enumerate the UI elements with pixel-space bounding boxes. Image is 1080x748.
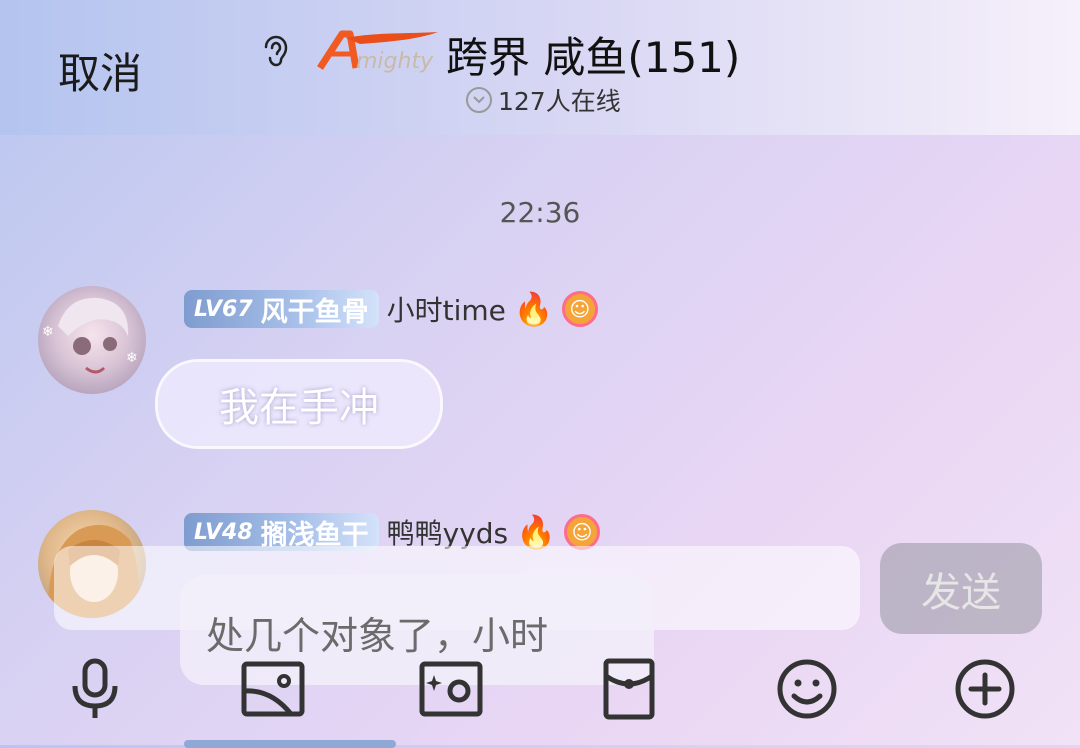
- red-packet-icon[interactable]: [596, 656, 662, 722]
- level-badge[interactable]: LV67 风干鱼骨: [184, 290, 379, 328]
- level-label: LV48: [194, 519, 253, 545]
- online-count-text: 127人在线: [498, 87, 621, 116]
- emoji-icon[interactable]: [774, 656, 840, 722]
- laughing-face-icon: ☺: [561, 291, 598, 327]
- level-label: LV67: [194, 296, 253, 322]
- chat-header: 取消 mighty 跨界 咸鱼(151) 127人在线: [0, 0, 1080, 135]
- image-icon[interactable]: [240, 656, 306, 722]
- camera-icon[interactable]: [418, 656, 484, 722]
- message-bubble[interactable]: 我在手冲: [158, 362, 440, 446]
- svg-text:❄: ❄: [42, 324, 54, 340]
- chevron-down-icon: [466, 87, 492, 113]
- laughing-face-icon: ☺: [564, 514, 600, 550]
- avatar[interactable]: ❄ ❄: [38, 286, 146, 394]
- sender-name[interactable]: 小时time: [387, 289, 506, 329]
- badge-title: 风干鱼骨: [260, 296, 369, 328]
- group-logo: mighty: [316, 28, 442, 76]
- ear-icon[interactable]: [262, 34, 290, 76]
- next-message-peek: [184, 740, 396, 748]
- microphone-icon[interactable]: [62, 656, 128, 722]
- online-count[interactable]: 127人在线: [466, 82, 621, 118]
- message-text: 处几个对象了，小时: [206, 614, 549, 658]
- message-timestamp: 22:36: [499, 196, 581, 229]
- fire-icon: 🔥: [513, 290, 554, 328]
- svg-text:❄: ❄: [126, 350, 138, 366]
- send-button[interactable]: 发送: [880, 543, 1042, 634]
- plus-icon[interactable]: [952, 656, 1018, 722]
- svg-text:mighty: mighty: [356, 49, 434, 74]
- cancel-button[interactable]: 取消: [58, 40, 142, 101]
- group-title[interactable]: 跨界 咸鱼(151): [446, 24, 740, 85]
- message-header: LV67 风干鱼骨 小时time 🔥 ☺: [184, 289, 598, 329]
